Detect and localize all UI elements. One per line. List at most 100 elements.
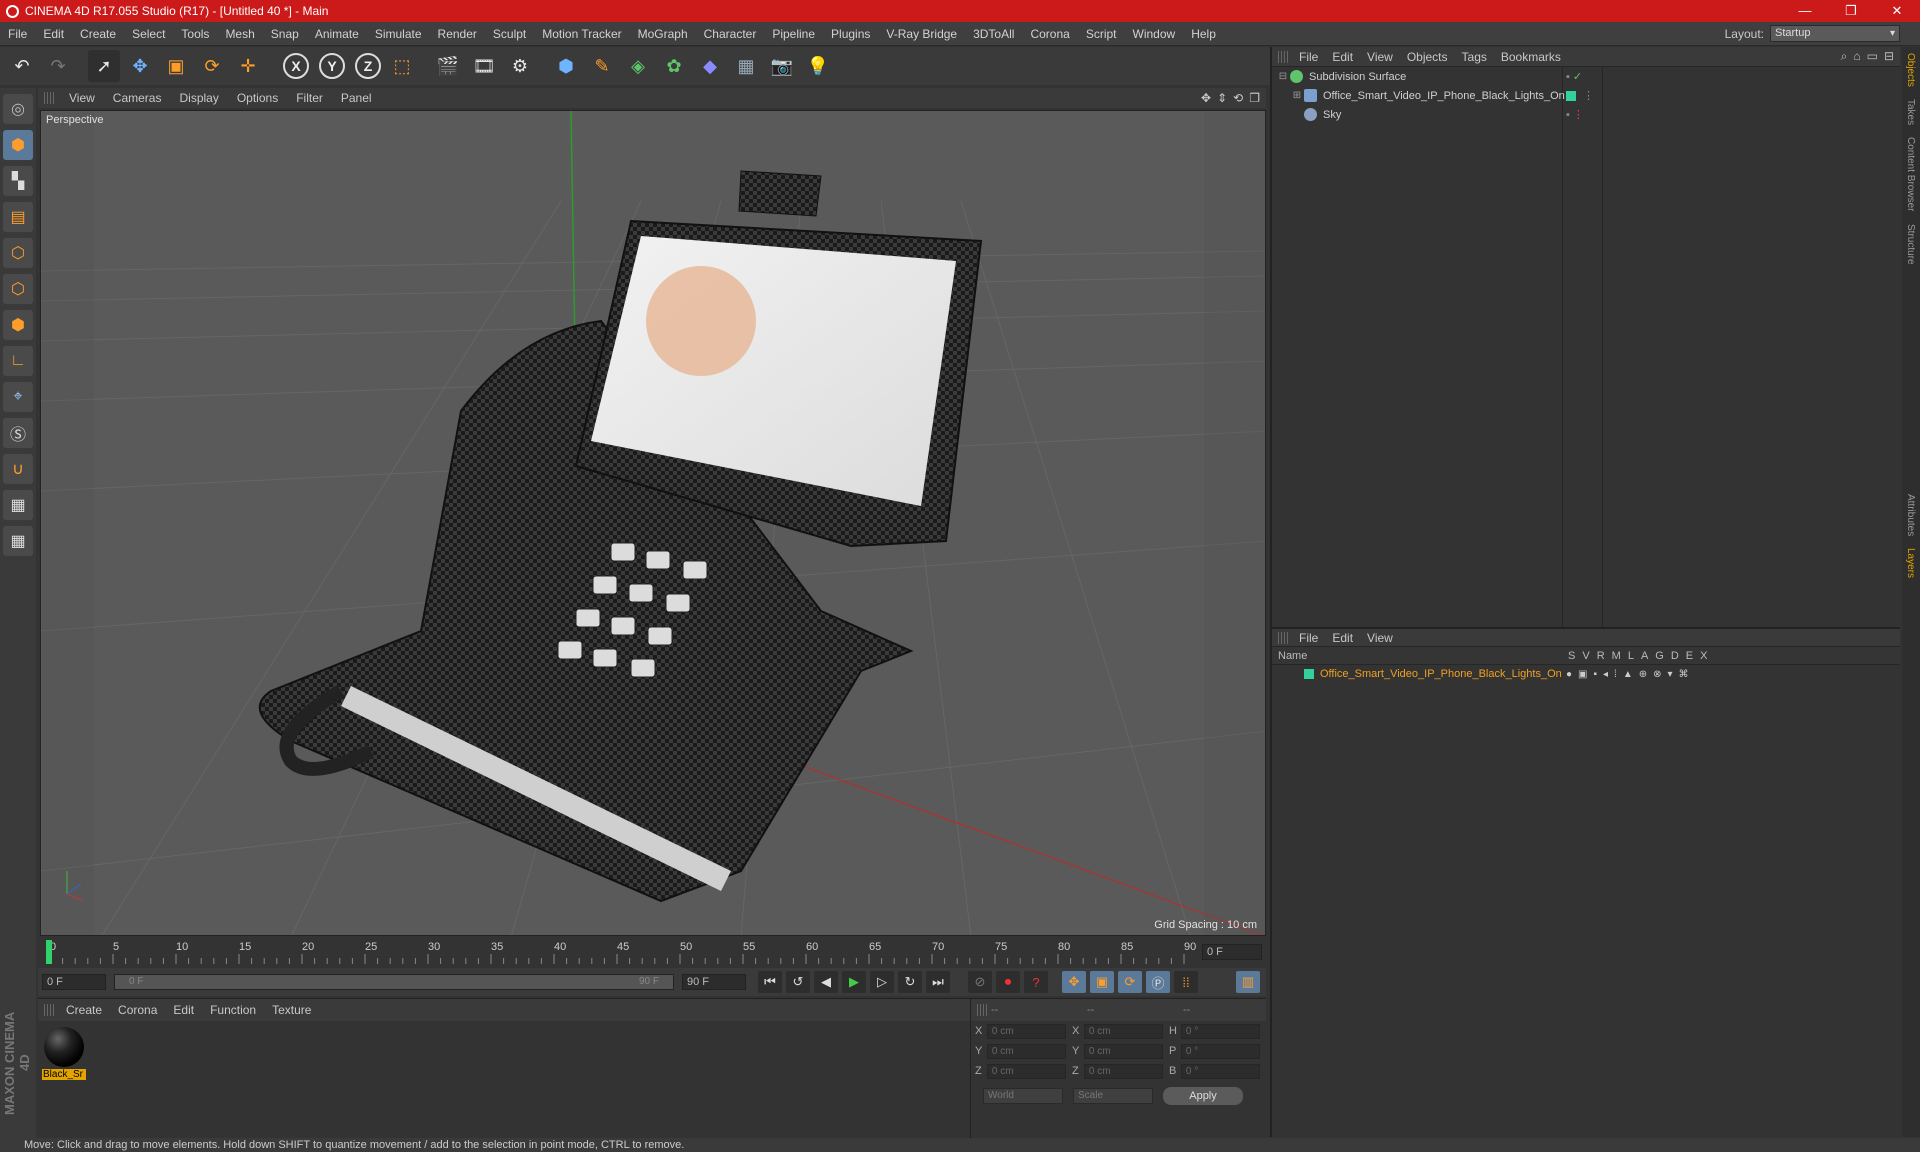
floor-icon[interactable]: ▦ (730, 50, 762, 82)
pan-view-icon[interactable]: ✥ (1201, 91, 1211, 105)
layer-color-swatch[interactable] (1566, 90, 1576, 101)
layer-toggle-icons[interactable]: ●▣▪◂⁞▲⊕⊗▾⌘ (1566, 669, 1695, 680)
snap-magnet-icon[interactable]: ∪ (3, 454, 33, 484)
timeline-ruler[interactable]: 0 5 10 15 20 25 30 35 40 45 50 55 60 65 70 75 80 85 90 0 F (38, 938, 1266, 968)
collapse-icon[interactable]: ⊟ (1884, 49, 1894, 64)
position-z-field[interactable]: 0 cm (986, 1063, 1066, 1079)
tweak-mode-icon[interactable]: ⌖ (3, 382, 33, 412)
menu-mograph[interactable]: MoGraph (630, 27, 696, 41)
viewport-menu-view[interactable]: View (60, 91, 104, 105)
next-key-icon[interactable]: ↻ (898, 971, 922, 993)
step-forward-icon[interactable]: ▷ (870, 971, 894, 993)
visibility-dots-icon[interactable]: ⋮ (1583, 89, 1594, 102)
prev-key-icon[interactable]: ↺ (786, 971, 810, 993)
edge-mode-icon[interactable]: ⬡ (3, 274, 33, 304)
viewport-menu-display[interactable]: Display (170, 91, 227, 105)
render-settings-icon[interactable]: ⚙ (504, 50, 536, 82)
redo-icon[interactable]: ↷ (42, 50, 74, 82)
motion-record-icon[interactable]: ⊘ (968, 971, 992, 993)
layout-dropdown[interactable]: Startup (1770, 25, 1900, 42)
subdivision-surface-icon[interactable]: ◈ (622, 50, 654, 82)
material-menu-corona[interactable]: Corona (110, 1003, 165, 1017)
visibility-dots-icon[interactable]: ▪ (1566, 71, 1570, 83)
select-arrow-icon[interactable]: ➚ (88, 50, 120, 82)
model-mode-icon[interactable]: ⬢ (3, 130, 33, 160)
size-y-field[interactable]: 0 cm (1083, 1043, 1163, 1059)
object-row-subdivision-surface[interactable]: ⊟ Subdivision Surface ▪ ✓ (1272, 67, 1900, 86)
rotation-h-field[interactable]: 0 ° (1180, 1023, 1260, 1039)
menu-vray-bridge[interactable]: V-Ray Bridge (878, 27, 965, 41)
position-x-field[interactable]: 0 cm (986, 1023, 1066, 1039)
object-row-sky[interactable]: Sky ▪ ⋮ (1272, 105, 1900, 124)
layer-name[interactable]: Office_Smart_Video_IP_Phone_Black_Lights… (1320, 668, 1562, 680)
viewport-menu-filter[interactable]: Filter (287, 91, 332, 105)
orbit-view-icon[interactable]: ⟲ (1233, 91, 1243, 105)
solo-icon[interactable]: Ⓢ (3, 418, 33, 448)
object-row-phone[interactable]: ⊞ Office_Smart_Video_IP_Phone_Black_Ligh… (1272, 86, 1900, 105)
record-keys-icon[interactable]: ⏺ (996, 971, 1020, 993)
timeline-current-frame-field[interactable]: 0 F (1202, 944, 1262, 960)
key-rotation-icon[interactable]: ⟳ (1118, 971, 1142, 993)
objects-menu-objects[interactable]: Objects (1400, 50, 1455, 64)
menu-pipeline[interactable]: Pipeline (764, 27, 823, 41)
menu-3dtoall[interactable]: 3DToAll (965, 27, 1022, 41)
menu-window[interactable]: Window (1125, 27, 1184, 41)
polygon-mode-icon[interactable]: ⬢ (3, 310, 33, 340)
enabled-check-icon[interactable]: ✓ (1573, 70, 1582, 83)
frame-range-slider[interactable]: 0 F 90 F (114, 974, 674, 990)
layers-menu-view[interactable]: View (1360, 631, 1400, 645)
menu-file[interactable]: File (0, 27, 35, 41)
material-menu-create[interactable]: Create (58, 1003, 110, 1017)
move-icon[interactable]: ✥ (124, 50, 156, 82)
step-back-icon[interactable]: ◀ (814, 971, 838, 993)
size-mode-dropdown[interactable]: Scale (1073, 1088, 1153, 1104)
goto-start-icon[interactable]: ⏮ (758, 971, 782, 993)
new-view-icon[interactable]: ▭ (1867, 49, 1878, 64)
menu-snap[interactable]: Snap (263, 27, 307, 41)
lock-workplane-icon[interactable]: ▦ (3, 490, 33, 520)
menu-animate[interactable]: Animate (307, 27, 367, 41)
cube-primitive-icon[interactable]: ⬢ (550, 50, 582, 82)
render-dot-icon[interactable]: ⋮ (1573, 108, 1584, 121)
x-axis-toggle[interactable]: X (283, 53, 309, 79)
viewport-menu-options[interactable]: Options (228, 91, 287, 105)
viewport-menu-panel[interactable]: Panel (332, 91, 381, 105)
home-icon[interactable]: ⌂ (1853, 49, 1860, 64)
close-button[interactable]: ✕ (1874, 3, 1920, 19)
y-axis-toggle[interactable]: Y (319, 53, 345, 79)
key-pla-icon[interactable]: ⁞⁞ (1174, 971, 1198, 993)
key-param-icon[interactable]: Ⓟ (1146, 971, 1170, 993)
dolly-view-icon[interactable]: ⇕ (1217, 91, 1227, 105)
material-menu-texture[interactable]: Texture (264, 1003, 319, 1017)
playhead-marker[interactable] (46, 940, 52, 964)
render-view-icon[interactable]: 🎬 (432, 50, 464, 82)
material-swatch[interactable]: Black_Sr (42, 1027, 86, 1080)
live-select-icon[interactable]: ✛ (232, 50, 264, 82)
viewport-menu-cameras[interactable]: Cameras (104, 91, 171, 105)
undo-icon[interactable]: ↶ (6, 50, 38, 82)
menu-motion-tracker[interactable]: Motion Tracker (534, 27, 629, 41)
mograph-cloner-icon[interactable]: ✿ (658, 50, 690, 82)
autokey-icon[interactable]: ? (1024, 971, 1048, 993)
layers-menu-edit[interactable]: Edit (1325, 631, 1360, 645)
objects-menu-view[interactable]: View (1360, 50, 1400, 64)
objects-menu-bookmarks[interactable]: Bookmarks (1494, 50, 1568, 64)
key-scale-icon[interactable]: ▣ (1090, 971, 1114, 993)
size-x-field[interactable]: 0 cm (1083, 1023, 1163, 1039)
axis-mode-icon[interactable]: ∟ (3, 346, 33, 376)
coordinate-space-dropdown[interactable]: World (983, 1088, 1063, 1104)
rotation-p-field[interactable]: 0 ° (1180, 1043, 1260, 1059)
texture-mode-icon[interactable]: ▚ (3, 166, 33, 196)
position-y-field[interactable]: 0 cm (986, 1043, 1066, 1059)
search-icon[interactable]: ⌕ (1841, 49, 1848, 64)
start-frame-field[interactable]: 0 F (42, 974, 106, 990)
menu-edit[interactable]: Edit (35, 27, 72, 41)
coordinate-system-icon[interactable]: ⬚ (386, 50, 418, 82)
expand-toggle-icon[interactable]: ⊞ (1290, 90, 1304, 101)
menu-script[interactable]: Script (1078, 27, 1125, 41)
collapse-toggle-icon[interactable]: ⊟ (1276, 71, 1290, 82)
light-icon[interactable]: 💡 (802, 50, 834, 82)
scale-icon[interactable]: ▣ (160, 50, 192, 82)
menu-select[interactable]: Select (124, 27, 173, 41)
menu-help[interactable]: Help (1183, 27, 1224, 41)
